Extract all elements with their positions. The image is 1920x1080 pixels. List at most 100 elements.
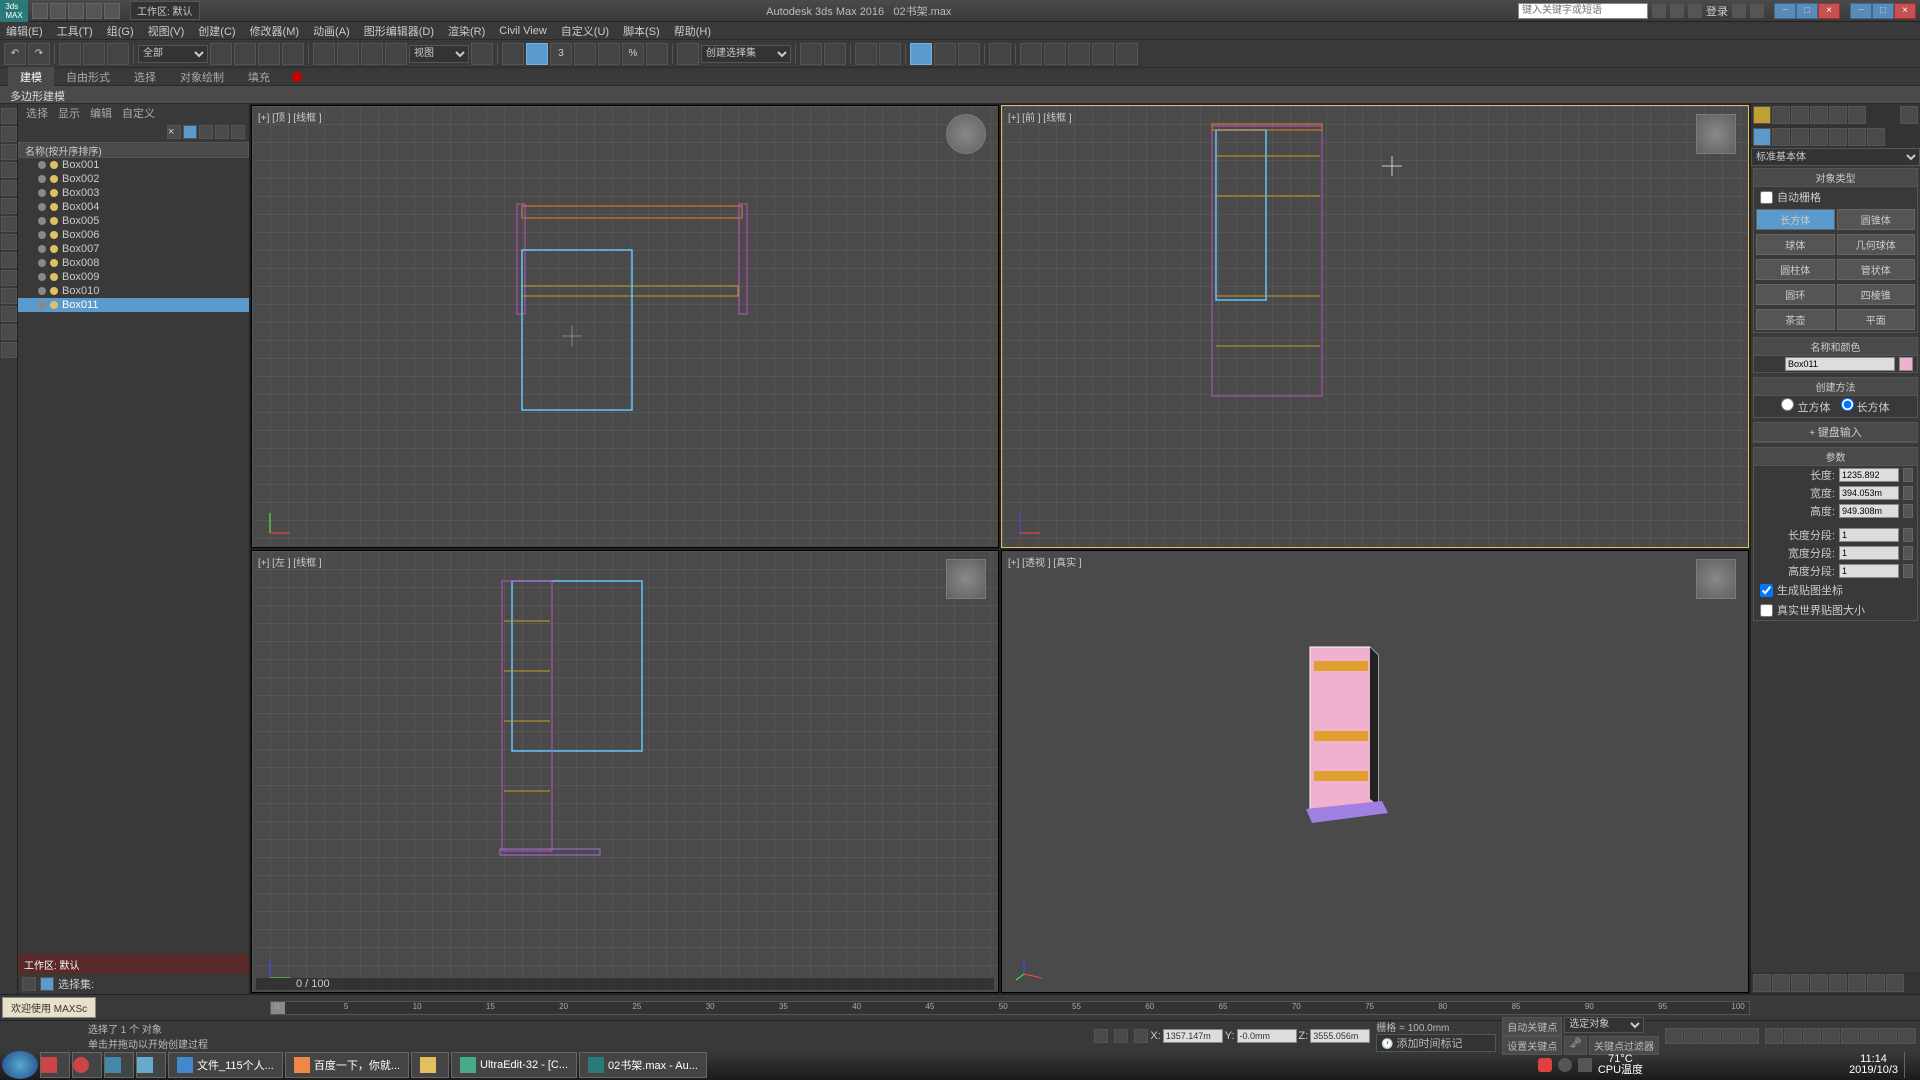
menu-自定义(U)[interactable]: 自定义(U) bbox=[561, 23, 609, 39]
scene-header[interactable]: 名称(按升序排序) bbox=[18, 142, 249, 158]
material-editor-icon[interactable] bbox=[989, 43, 1011, 65]
bind-icon[interactable] bbox=[107, 43, 129, 65]
scene-item-Box008[interactable]: Box008 bbox=[18, 256, 249, 270]
viewcube-persp[interactable] bbox=[1696, 559, 1736, 599]
qat-undo-icon[interactable] bbox=[86, 3, 102, 19]
param-input-4[interactable] bbox=[1839, 546, 1899, 560]
menu-视图(V)[interactable]: 视图(V) bbox=[148, 23, 185, 39]
tray-icon-3[interactable] bbox=[1578, 1058, 1592, 1072]
cp-display-icon[interactable] bbox=[1829, 106, 1847, 124]
select-name-icon[interactable] bbox=[234, 43, 256, 65]
angle-snap-icon[interactable]: 3 bbox=[550, 43, 572, 65]
tray-i6[interactable] bbox=[1689, 1058, 1703, 1072]
ribbon-tab-2[interactable]: 选择 bbox=[122, 67, 168, 87]
spinner-snap-icon[interactable] bbox=[598, 43, 620, 65]
scene-item-Box010[interactable]: Box010 bbox=[18, 284, 249, 298]
color-swatch[interactable] bbox=[1899, 357, 1913, 371]
login-link[interactable]: 登录 bbox=[1706, 3, 1728, 19]
redo-button[interactable]: ↷ bbox=[28, 43, 50, 65]
render-setup-icon[interactable] bbox=[1020, 43, 1042, 65]
param-spin-5[interactable] bbox=[1903, 564, 1913, 578]
help-search-input[interactable] bbox=[1518, 3, 1648, 19]
systems-icon[interactable] bbox=[1867, 128, 1885, 146]
select-icon[interactable] bbox=[210, 43, 232, 65]
param-input-0[interactable] bbox=[1839, 468, 1899, 482]
inner-close-button[interactable]: × bbox=[1818, 3, 1840, 19]
inner-maximize-button[interactable]: □ bbox=[1796, 3, 1818, 19]
param-spin-0[interactable] bbox=[1903, 468, 1913, 482]
vc-i5[interactable] bbox=[1841, 1028, 1859, 1044]
lt-icon-7[interactable] bbox=[1, 216, 17, 232]
show-desktop-button[interactable] bbox=[1904, 1052, 1912, 1078]
render-icon[interactable] bbox=[1068, 43, 1090, 65]
undo-button[interactable]: ↶ bbox=[4, 43, 26, 65]
lt-icon-12[interactable] bbox=[1, 306, 17, 322]
prim-圆柱体[interactable]: 圆柱体 bbox=[1756, 259, 1835, 280]
menu-组(G)[interactable]: 组(G) bbox=[107, 23, 134, 39]
taskbar-task-0[interactable]: 文件_115个人... bbox=[168, 1052, 283, 1078]
scene-item-Box004[interactable]: Box004 bbox=[18, 200, 249, 214]
pinned-app-3[interactable] bbox=[104, 1052, 134, 1078]
cp-modify-icon[interactable] bbox=[1772, 106, 1790, 124]
scene-tab-2[interactable]: 编辑 bbox=[90, 105, 112, 121]
param-spin-4[interactable] bbox=[1903, 546, 1913, 560]
ribbon-tab-3[interactable]: 对象绘制 bbox=[168, 67, 236, 87]
toggle-ribbon-icon[interactable] bbox=[910, 43, 932, 65]
viewcube-top[interactable] bbox=[946, 114, 986, 154]
lt-icon-8[interactable] bbox=[1, 234, 17, 250]
ribbon-tab-4[interactable]: 填充 bbox=[236, 67, 282, 87]
viewport-front-label[interactable]: [+] [前 ] [线框 ] bbox=[1008, 109, 1072, 124]
tray-i4[interactable] bbox=[1649, 1058, 1663, 1072]
tray-network-icon[interactable] bbox=[1829, 1058, 1843, 1072]
taskbar-task-2[interactable] bbox=[411, 1052, 449, 1078]
param-input-1[interactable] bbox=[1839, 486, 1899, 500]
nav-i8[interactable] bbox=[1886, 974, 1904, 992]
goto-start-icon[interactable] bbox=[1665, 1028, 1683, 1044]
snap-toggle-icon[interactable] bbox=[526, 43, 548, 65]
param-spin-1[interactable] bbox=[1903, 486, 1913, 500]
tray-icon-1[interactable] bbox=[1538, 1058, 1552, 1072]
viewcube-left[interactable] bbox=[946, 559, 986, 599]
minimize-button[interactable]: − bbox=[1850, 3, 1872, 19]
taskbar-task-3[interactable]: UltraEdit-32 - [C... bbox=[451, 1052, 577, 1078]
param-input-5[interactable] bbox=[1839, 564, 1899, 578]
coord-y-input[interactable] bbox=[1237, 1029, 1297, 1043]
scene-item-Box005[interactable]: Box005 bbox=[18, 214, 249, 228]
scene-item-Box011[interactable]: Box011 bbox=[18, 298, 249, 312]
pinned-app-2[interactable] bbox=[72, 1052, 102, 1078]
layers-icon[interactable] bbox=[855, 43, 877, 65]
menu-渲染(R)[interactable]: 渲染(R) bbox=[448, 23, 485, 39]
menu-创建(C)[interactable]: 创建(C) bbox=[198, 23, 235, 39]
maximize-button[interactable]: □ bbox=[1872, 3, 1894, 19]
lt-icon-4[interactable] bbox=[1, 162, 17, 178]
scene-tab-0[interactable]: 选择 bbox=[26, 105, 48, 121]
nav-i1[interactable] bbox=[1753, 974, 1771, 992]
move-icon[interactable] bbox=[313, 43, 335, 65]
lock-icon[interactable] bbox=[1094, 1029, 1108, 1043]
viewport-top[interactable]: [+] [顶 ] [线框 ] bbox=[251, 105, 999, 548]
selset-icon[interactable] bbox=[40, 977, 54, 991]
selection-filter[interactable]: 全部 bbox=[138, 45, 208, 63]
pinned-app-1[interactable] bbox=[40, 1052, 70, 1078]
prim-四棱锥[interactable]: 四棱锥 bbox=[1837, 284, 1916, 305]
next-frame-icon[interactable] bbox=[1722, 1028, 1740, 1044]
menu-动画(A)[interactable]: 动画(A) bbox=[313, 23, 350, 39]
vc-i6[interactable] bbox=[1860, 1028, 1878, 1044]
vc-i3[interactable] bbox=[1803, 1028, 1821, 1044]
se-filter-icon[interactable] bbox=[183, 125, 197, 139]
nav-i2[interactable] bbox=[1772, 974, 1790, 992]
menu-工具(T)[interactable]: 工具(T) bbox=[57, 23, 93, 39]
scene-item-Box001[interactable]: Box001 bbox=[18, 158, 249, 172]
prev-frame-icon[interactable] bbox=[1684, 1028, 1702, 1044]
taskbar-task-4[interactable]: 02书架.max - Au... bbox=[579, 1052, 707, 1078]
lt-icon-3[interactable] bbox=[1, 144, 17, 160]
keymode-select[interactable]: 选定对象 bbox=[1564, 1017, 1644, 1033]
opt-cube[interactable]: 立方体 bbox=[1781, 398, 1830, 415]
time-slider[interactable]: 0510152025303540455055606570758085909510… bbox=[270, 1001, 1750, 1015]
snap-options-icon[interactable]: % bbox=[622, 43, 644, 65]
lt-icon-14[interactable] bbox=[1, 342, 17, 358]
cp-pin-icon[interactable] bbox=[1900, 106, 1918, 124]
param-spin-2[interactable] bbox=[1903, 504, 1913, 518]
link-icon[interactable] bbox=[59, 43, 81, 65]
mirror-icon[interactable] bbox=[800, 43, 822, 65]
